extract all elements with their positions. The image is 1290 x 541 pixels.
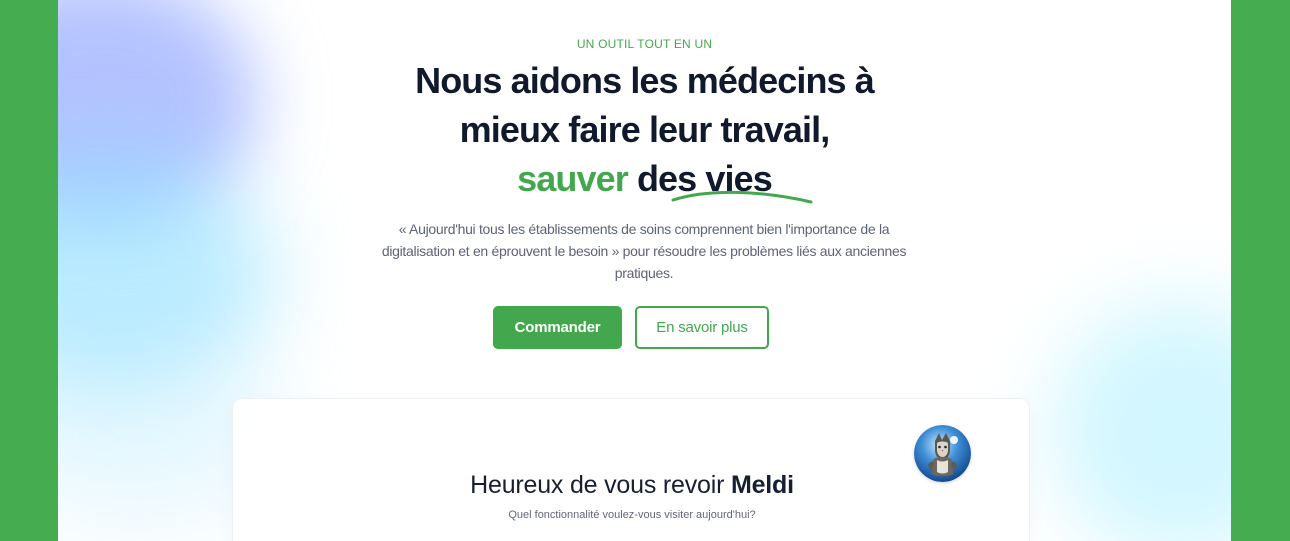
hero-eyebrow: UN OUTIL TOUT EN UN	[576, 37, 713, 51]
headline-line-1: Nous aidons les médecins à	[415, 60, 875, 101]
welcome-greeting: Heureux de vous revoir	[470, 471, 725, 499]
welcome-user-name: Meldi	[730, 471, 794, 499]
welcome-heading: Heureux de vous revoir Meldi	[233, 469, 1031, 501]
headline-underlined-phrase: des vies	[637, 154, 813, 204]
headline-line-2: mieux faire leur travail,	[459, 109, 831, 150]
hero-description: « Aujourd'hui tous les établissements de…	[381, 221, 907, 281]
commander-button[interactable]: Commander	[493, 306, 622, 349]
landing-page: UN OUTIL TOUT EN UN Nous aidons les méde…	[58, 0, 1231, 541]
headline-line-3: sauver des vies	[344, 154, 945, 204]
hero-section: UN OUTIL TOUT EN UN Nous aidons les méde…	[58, 0, 1231, 541]
welcome-subtitle: Quel fonctionnalité voulez-vous visiter …	[508, 509, 756, 521]
welcome-card: Heureux de vous revoir Meldi Quel foncti…	[232, 398, 1030, 541]
hand-drawn-underline-icon	[671, 190, 813, 204]
hero-headline: Nous aidons les médecins à mieux faire l…	[344, 56, 945, 204]
headline-highlight: sauver	[517, 158, 629, 199]
en-savoir-plus-button[interactable]: En savoir plus	[635, 306, 769, 349]
